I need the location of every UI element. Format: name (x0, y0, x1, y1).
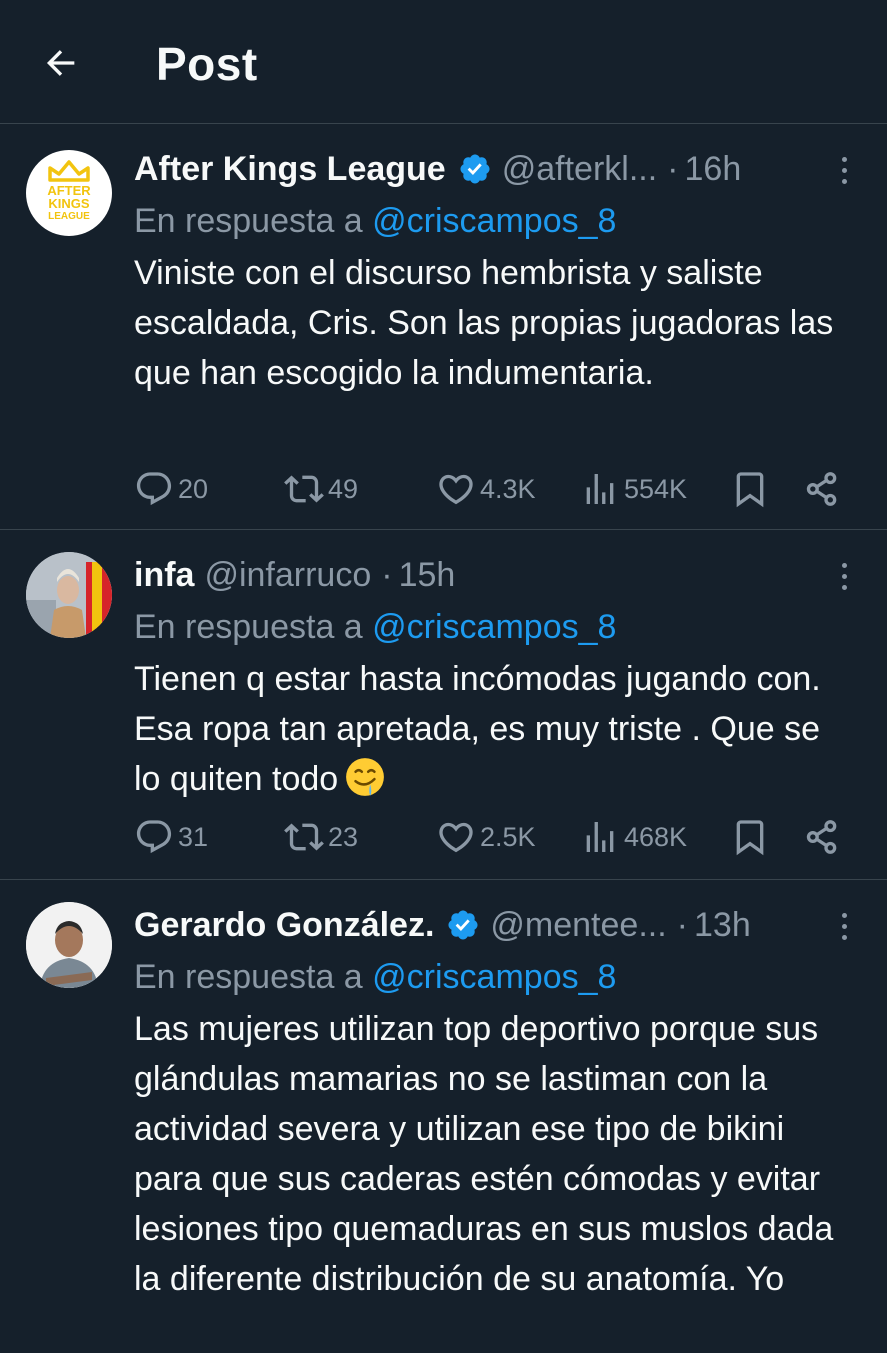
reply-mention-link[interactable]: @criscampos_8 (372, 958, 616, 996)
tweet-gerardo-gonzalez[interactable]: Gerardo González. @mentee... · 13h En re… (0, 880, 887, 1353)
more-icon (841, 562, 847, 568)
after-kings-league-logo: AFTER KINGS LEAGUE (47, 160, 91, 222)
share-icon (806, 472, 837, 506)
bookmark-icon (736, 820, 764, 856)
reply-icon (136, 820, 172, 854)
avatar[interactable]: AFTER KINGS LEAGUE (26, 150, 112, 236)
avatar-photo (26, 552, 112, 638)
top-bar: Post (0, 0, 887, 124)
separator-dot: · (381, 555, 393, 594)
reply-prefix: En respuesta a (134, 608, 363, 646)
more-options-button[interactable] (831, 906, 857, 946)
reply-button[interactable]: 20 (134, 464, 208, 514)
handle[interactable]: @afterkl... (502, 150, 657, 189)
separator-dot: · (676, 905, 688, 944)
timestamp[interactable]: 16h (685, 150, 742, 189)
logo-line-3: LEAGUE (48, 211, 90, 222)
share-button[interactable] (802, 464, 842, 514)
verified-badge-icon (448, 910, 478, 940)
views-button[interactable]: 554K (580, 464, 687, 514)
reply-prefix: En respuesta a (134, 202, 363, 240)
bookmark-icon (736, 472, 764, 508)
share-button[interactable] (802, 812, 842, 862)
handle[interactable]: @mentee... (490, 906, 666, 945)
repost-count: 49 (328, 473, 359, 504)
avatar[interactable] (26, 552, 112, 638)
logo-line-2: KINGS (48, 196, 90, 211)
verified-badge-icon (460, 154, 490, 184)
tweet-text: Tienen q estar hasta incómodas jugando c… (134, 660, 821, 798)
display-name[interactable]: infa (134, 556, 194, 595)
tweet-actions: 20 49 4.3K 554K (0, 464, 887, 514)
tweet-after-kings-league[interactable]: AFTER KINGS LEAGUE After Kings League @a… (0, 124, 887, 530)
share-icon (806, 820, 837, 854)
repost-button[interactable]: 23 (284, 812, 358, 862)
author-row: infa @infarruco · 15h (134, 550, 847, 600)
views-count: 554K (624, 473, 688, 504)
like-button[interactable]: 4.3K (436, 464, 536, 514)
timestamp[interactable]: 15h (399, 556, 456, 595)
author-row: Gerardo González. @mentee... · 13h (134, 900, 847, 950)
repost-button[interactable]: 49 (284, 464, 358, 514)
avatar[interactable] (26, 902, 112, 988)
views-icon (586, 474, 614, 504)
more-icon (841, 912, 847, 918)
reply-mention-link[interactable]: @criscampos_8 (372, 608, 616, 646)
repost-icon (284, 823, 324, 851)
bookmark-button[interactable] (730, 464, 770, 514)
views-icon (586, 822, 614, 852)
reply-count: 20 (178, 473, 209, 504)
tweet-text: Las mujeres utilizan top deportivo porqu… (134, 1010, 834, 1298)
separator-dot: · (667, 149, 679, 188)
author-row: After Kings League @afterkl... · 16h (134, 144, 847, 194)
page-title: Post (156, 38, 258, 90)
repost-icon (284, 475, 324, 503)
views-button[interactable]: 468K (580, 812, 687, 862)
more-options-button[interactable] (831, 556, 857, 596)
tweet-actions: 31 23 2.5K 468K (0, 812, 887, 862)
like-icon (439, 474, 473, 505)
bookmark-button[interactable] (730, 812, 770, 862)
reply-prefix: En respuesta a (134, 958, 363, 996)
timestamp[interactable]: 13h (694, 906, 751, 945)
drooling-face-emoji-icon (346, 758, 385, 796)
more-options-button[interactable] (831, 150, 857, 190)
reply-mention-link[interactable]: @criscampos_8 (372, 202, 616, 240)
tweet-infa[interactable]: infa @infarruco · 15h En respuesta a @cr… (0, 530, 887, 880)
views-count: 468K (624, 821, 688, 852)
like-count: 4.3K (480, 473, 536, 504)
display-name[interactable]: Gerardo González. (134, 906, 434, 945)
reply-count: 31 (178, 821, 209, 852)
more-icon (841, 156, 847, 162)
display-name[interactable]: After Kings League (134, 150, 446, 189)
repost-count: 23 (328, 821, 359, 852)
reply-context: En respuesta a @criscampos_8 (134, 952, 616, 1002)
handle[interactable]: @infarruco (204, 556, 371, 595)
avatar-photo (26, 902, 112, 988)
reply-icon (136, 472, 172, 506)
reply-context: En respuesta a @criscampos_8 (134, 602, 616, 652)
back-button[interactable] (36, 38, 86, 88)
tweet-text: Viniste con el discurso hembrista y sali… (134, 254, 834, 392)
back-arrow-icon (46, 50, 75, 76)
like-count: 2.5K (480, 821, 536, 852)
like-icon (439, 822, 473, 853)
like-button[interactable]: 2.5K (436, 812, 536, 862)
tweet-text-container: Tienen q estar hasta incómodas jugando c… (134, 654, 854, 804)
reply-button[interactable]: 31 (134, 812, 208, 862)
reply-context: En respuesta a @criscampos_8 (134, 196, 616, 246)
